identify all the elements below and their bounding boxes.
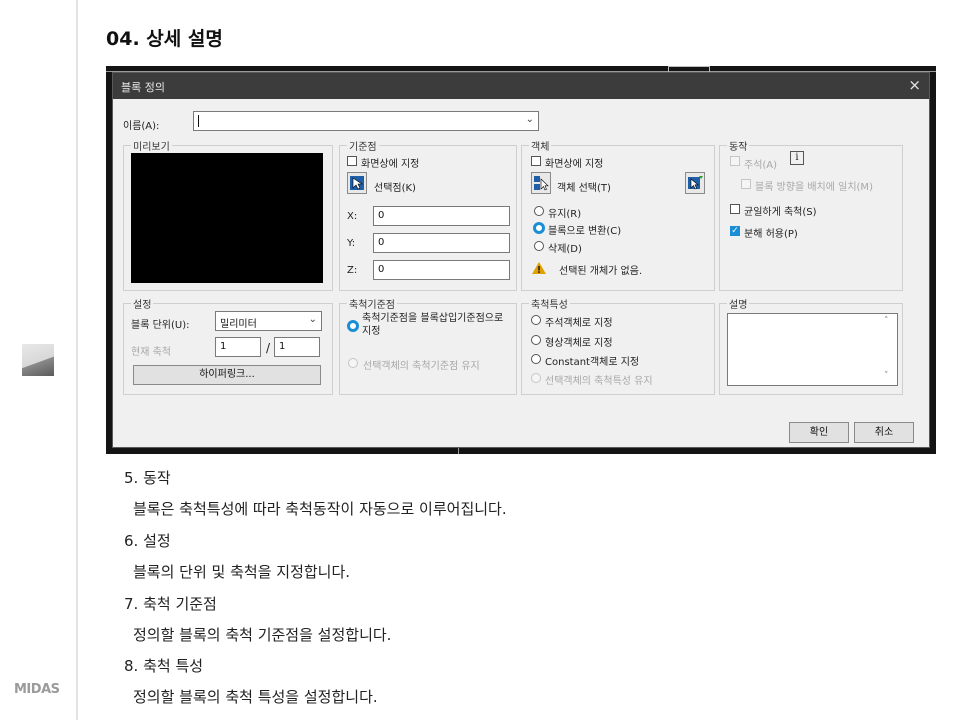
item-heading: 8. 축척 특성: [124, 657, 204, 675]
delete-radio[interactable]: [534, 241, 544, 251]
scale-numerator-input[interactable]: 1: [215, 337, 261, 357]
page-thumbnail[interactable]: [22, 344, 54, 376]
scale-uniformly-checkbox[interactable]: [730, 204, 740, 214]
base-point-on-screen-label: 화면상에 지정: [361, 159, 420, 170]
behavior-group-title: 동작: [727, 138, 750, 153]
x-coordinate-input[interactable]: 0: [373, 206, 510, 226]
delete-label: 삭제(D): [548, 244, 582, 255]
select-objects-label: 객체 선택(T): [557, 183, 611, 194]
warning-icon: [532, 262, 546, 274]
item-description: 정의할 블록의 축척 기준점을 설정합니다.: [133, 626, 392, 644]
dropdown-chevron-icon: ⌄: [525, 114, 534, 125]
current-scale-label: 현재 축척: [131, 347, 171, 358]
annotative-checkbox[interactable]: [730, 156, 740, 166]
item-heading: 7. 축척 기준점: [124, 595, 217, 613]
block-unit-select[interactable]: 밀리미터 ⌄: [215, 311, 322, 331]
objects-group-title: 객체: [529, 138, 552, 153]
scale-base-keep-radio[interactable]: [348, 358, 358, 368]
sidebar-divider: [76, 0, 78, 720]
keep-scale-props-radio[interactable]: [531, 373, 541, 383]
constant-object-label: Constant객체로 지정: [545, 357, 640, 368]
convert-to-block-label: 블록으로 변환(C): [548, 226, 622, 237]
shape-object-radio[interactable]: [531, 335, 541, 345]
dialog-title: 블록 정의: [121, 81, 165, 94]
annotative-object-label: 주석객체로 지정: [545, 318, 613, 329]
scale-separator: /: [266, 341, 271, 355]
pick-point-button[interactable]: [347, 172, 367, 194]
retain-label: 유지(R): [548, 209, 582, 220]
x-label: X:: [347, 211, 358, 222]
scale-base-keep-label: 선택객체의 축척기준점 유지: [363, 361, 480, 372]
midas-logo: MIDAS: [14, 682, 60, 697]
base-point-group-title: 기준점: [347, 138, 379, 153]
convert-to-block-radio[interactable]: [533, 222, 545, 234]
pick-point-label: 선택점(K): [374, 183, 416, 194]
dialog-titlebar: 블록 정의 ×: [113, 73, 929, 99]
annotative-object-radio[interactable]: [531, 315, 541, 325]
scroll-up-icon[interactable]: ˄: [884, 316, 889, 326]
z-label: Z:: [347, 265, 358, 276]
base-point-on-screen-checkbox[interactable]: [347, 156, 357, 166]
hyperlink-button[interactable]: 하이퍼링크...: [133, 365, 321, 385]
z-coordinate-input[interactable]: 0: [373, 260, 510, 280]
scroll-down-icon[interactable]: ˅: [884, 371, 889, 381]
dropdown-chevron-icon: ⌄: [308, 314, 317, 325]
select-objects-icon: [534, 176, 549, 191]
annotative-label: 주석(A): [744, 160, 778, 171]
item-description: 정의할 블록의 축척 특성을 설정합니다.: [133, 688, 378, 706]
item-heading: 6. 설정: [124, 532, 171, 550]
y-label: Y:: [347, 238, 356, 249]
scale-base-group-title: 축척기준점: [347, 296, 397, 311]
preview-group-title: 미리보기: [131, 138, 172, 153]
match-orientation-checkbox[interactable]: [741, 179, 751, 189]
item-description: 블록의 단위 및 축척을 지정합니다.: [133, 563, 351, 581]
match-orientation-label: 블록 방향을 배치에 일치(M): [755, 182, 873, 193]
warning-text: 선택된 개체가 없음.: [559, 266, 643, 277]
ok-button[interactable]: 확인: [789, 422, 849, 443]
description-group-title: 설명: [727, 296, 750, 311]
scale-base-insertion-label: 축척기준점을 블록삽입기준점으로 지정: [362, 313, 504, 337]
scale-props-group-title: 축척특성: [529, 296, 570, 311]
name-label: 이름(A):: [123, 121, 160, 132]
pick-point-icon: [350, 176, 364, 190]
constant-object-radio[interactable]: [531, 354, 541, 364]
scale-uniformly-label: 균일하게 축척(S): [744, 207, 817, 218]
cancel-button[interactable]: 취소: [854, 422, 914, 443]
quick-select-button[interactable]: [685, 172, 705, 194]
preview-canvas: [131, 153, 323, 283]
keep-scale-props-label: 선택객체의 축척특성 유지: [545, 376, 653, 387]
quick-select-icon: [688, 176, 703, 190]
close-icon[interactable]: ×: [908, 76, 921, 94]
allow-exploding-checkbox[interactable]: ✓: [730, 226, 740, 236]
shape-object-label: 형상객체로 지정: [545, 338, 613, 349]
description-textarea[interactable]: [727, 313, 898, 386]
objects-on-screen-label: 화면상에 지정: [545, 159, 604, 170]
block-unit-label: 블록 단위(U):: [131, 320, 190, 331]
block-definition-dialog: 블록 정의 × 이름(A): ⌄ 미리보기 기준점 화면상에 지정 선택점(K)…: [112, 72, 930, 448]
name-combobox[interactable]: ⌄: [193, 111, 539, 131]
text-cursor: [198, 115, 199, 127]
retain-radio[interactable]: [534, 206, 544, 216]
y-coordinate-input[interactable]: 0: [373, 233, 510, 253]
scale-base-insertion-radio[interactable]: [347, 320, 359, 332]
select-objects-button[interactable]: [531, 172, 551, 194]
info-icon[interactable]: i: [790, 151, 804, 165]
settings-group-title: 설정: [131, 296, 154, 311]
cad-line: [458, 448, 459, 454]
allow-exploding-label: 분해 허용(P): [744, 229, 798, 240]
objects-on-screen-checkbox[interactable]: [531, 156, 541, 166]
item-heading: 5. 동작: [124, 469, 171, 487]
block-unit-value: 밀리미터: [220, 319, 257, 330]
item-description: 블록은 축척특성에 따라 축척동작이 자동으로 이루어집니다.: [133, 500, 507, 518]
section-title: 04. 상세 설명: [106, 28, 223, 50]
scale-denominator-input[interactable]: 1: [274, 337, 320, 357]
